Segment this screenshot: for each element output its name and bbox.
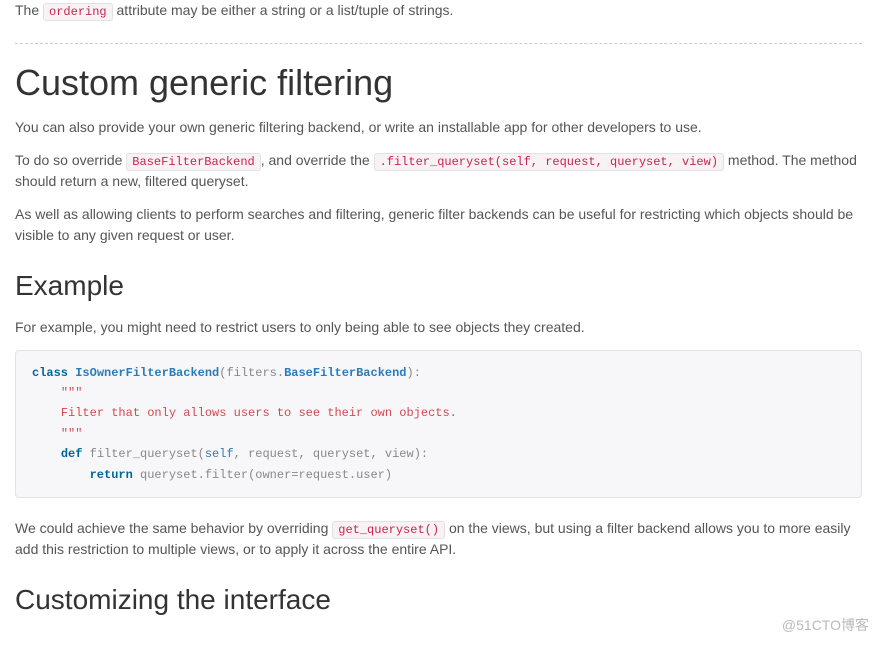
- punct: ):: [414, 447, 428, 461]
- punct: ): [385, 468, 392, 482]
- paragraph-example-intro: For example, you might need to restrict …: [15, 317, 862, 338]
- arg: request: [298, 468, 348, 482]
- watermark: @51CTO博客: [782, 615, 869, 635]
- text: , and override the: [261, 152, 374, 168]
- text: The: [15, 2, 43, 18]
- fn-name: filter_queryset: [90, 447, 198, 461]
- docstring: """: [61, 386, 83, 400]
- punct: ):: [407, 366, 421, 380]
- code-filter-queryset: .filter_queryset(self, request, queryset…: [374, 153, 724, 171]
- text: attribute may be either a string or a li…: [113, 2, 454, 18]
- docstring: Filter that only allows users to see the…: [61, 406, 457, 420]
- divider: [15, 43, 862, 44]
- punct: .: [277, 366, 284, 380]
- paragraph-usecase: As well as allowing clients to perform s…: [15, 204, 862, 246]
- paragraph-intro: You can also provide your own generic fi…: [15, 117, 862, 138]
- text: To do so override: [15, 152, 126, 168]
- self: self: [205, 447, 234, 461]
- punct: .: [198, 468, 205, 482]
- code-get-queryset: get_queryset(): [332, 521, 445, 539]
- kw-class: class: [32, 366, 68, 380]
- heading-custom-generic-filtering: Custom generic filtering: [15, 62, 862, 103]
- paragraph-override: To do so override BaseFilterBackend, and…: [15, 150, 862, 192]
- kw-def: def: [61, 447, 83, 461]
- docstring: """: [61, 427, 83, 441]
- baseclass: BaseFilterBackend: [284, 366, 406, 380]
- code-basefilterbackend: BaseFilterBackend: [126, 153, 260, 171]
- arg: user: [356, 468, 385, 482]
- method: filter: [205, 468, 248, 482]
- args: , request, queryset, view: [234, 447, 414, 461]
- kw-return: return: [90, 468, 133, 482]
- heading-example: Example: [15, 270, 862, 302]
- arg: owner: [255, 468, 291, 482]
- classname: IsOwnerFilterBackend: [75, 366, 219, 380]
- mod: filters: [226, 366, 276, 380]
- code-example: class IsOwnerFilterBackend(filters.BaseF…: [15, 350, 862, 498]
- ordering-note: The ordering attribute may be either a s…: [15, 0, 862, 31]
- heading-customizing-interface: Customizing the interface: [15, 584, 862, 616]
- punct: (: [198, 447, 205, 461]
- code-ordering: ordering: [43, 3, 113, 21]
- paragraph-note: We could achieve the same behavior by ov…: [15, 518, 862, 560]
- expr: queryset: [133, 468, 198, 482]
- text: We could achieve the same behavior by ov…: [15, 520, 332, 536]
